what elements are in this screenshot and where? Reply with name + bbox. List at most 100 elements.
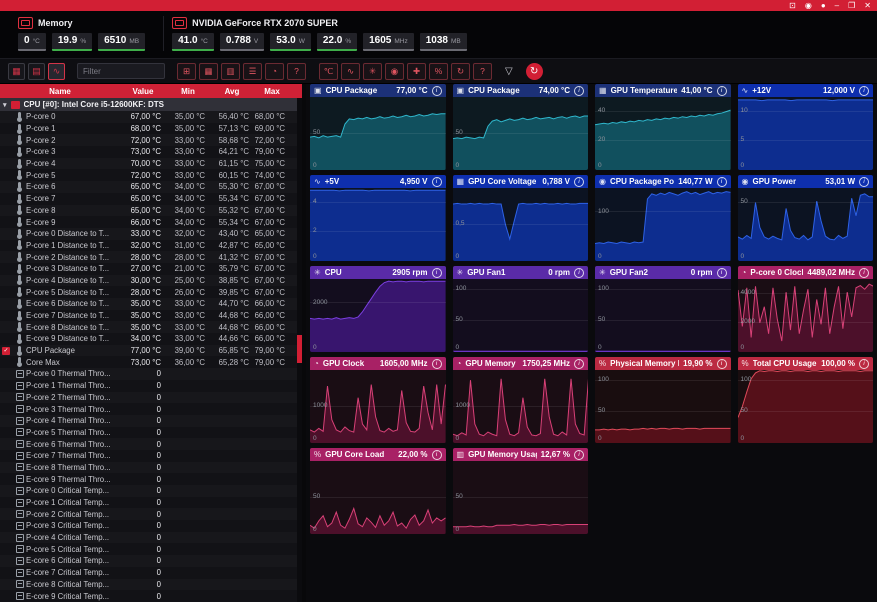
list-tool-icon[interactable]: ☰ (243, 63, 262, 80)
voltage-tool-icon[interactable]: ∿ (341, 63, 360, 80)
table-row[interactable]: Core Max73,00 °C36,00 °C65,28 °C79,00 °C (0, 356, 302, 368)
table-row[interactable]: P-core 3 Distance to T...27,00 °C21,00 °… (0, 263, 302, 275)
info-icon[interactable]: i (432, 450, 442, 460)
table-row[interactable]: P-core 067,00 °C35,00 °C56,40 °C68,00 °C (0, 111, 302, 123)
table-row[interactable]: P-core 272,00 °C33,00 °C58,68 °C72,00 °C (0, 134, 302, 146)
info-icon[interactable]: i (717, 268, 727, 278)
info-icon[interactable]: i (574, 86, 584, 96)
table-row[interactable]: P-core 3 Thermal Thro...0 (0, 403, 302, 415)
table-row[interactable]: E-core 9 Thermal Thro...0 (0, 473, 302, 485)
percent-tool-icon[interactable]: % (429, 63, 448, 80)
add-tool-icon[interactable]: ✚ (407, 63, 426, 80)
column-min[interactable]: Min (166, 87, 210, 96)
gpu-tool-icon[interactable]: ▦ (199, 63, 218, 80)
table-row[interactable]: P-core 1 Thermal Thro...0 (0, 380, 302, 392)
table-row[interactable]: P-core 572,00 °C33,00 °C60,15 °C74,00 °C (0, 169, 302, 181)
column-name[interactable]: Name (0, 87, 120, 96)
table-row[interactable]: P-core 470,00 °C33,00 °C61,15 °C75,00 °C (0, 158, 302, 170)
tile-header[interactable]: ∿+5V4,950 Vi (310, 175, 446, 188)
info-icon[interactable]: i (717, 86, 727, 96)
tile-header[interactable]: ◔GPU Memory Clock1750,25 MHzi (453, 357, 589, 370)
table-row[interactable]: P-core 1 Distance to T...32,00 °C31,00 °… (0, 240, 302, 252)
info-icon[interactable]: i (717, 177, 727, 187)
info-icon[interactable]: i (432, 268, 442, 278)
tile-header[interactable]: ∿+12V12,000 Vi (738, 84, 874, 97)
table-row[interactable]: E-core 8 Thermal Thro...0 (0, 462, 302, 474)
table-row[interactable]: P-core 373,00 °C33,00 °C64,21 °C79,00 °C (0, 146, 302, 158)
tile-header[interactable]: ▣CPU Package74,00 °Ci (453, 84, 589, 97)
table-row[interactable]: E-core 7 Critical Temp...0 (0, 567, 302, 579)
info-icon[interactable]: i (432, 359, 442, 369)
tile-header[interactable]: ◉GPU Power53,01 Wi (738, 175, 874, 188)
table-row[interactable]: E-core 6 Distance to T...35,00 °C33,00 °… (0, 298, 302, 310)
checkbox-checked[interactable]: ✓ (2, 347, 10, 355)
table-row[interactable]: E-core 6 Critical Temp...0 (0, 555, 302, 567)
info-icon[interactable]: i (574, 359, 584, 369)
table-row[interactable]: P-core 1 Critical Temp...0 (0, 497, 302, 509)
table-scrollbar[interactable] (297, 98, 302, 602)
tile-header[interactable]: ✳CPU2905 rpmi (310, 266, 446, 279)
table-row[interactable]: P-core 2 Critical Temp...0 (0, 508, 302, 520)
table-row[interactable]: P-core 2 Distance to T...28,00 °C28,00 °… (0, 251, 302, 263)
cycle-tool-icon[interactable]: ↻ (451, 63, 470, 80)
info-icon[interactable]: i (859, 268, 869, 278)
tile-header[interactable]: ✳GPU Fan10 rpmi (453, 266, 589, 279)
maximize-icon[interactable]: ❐ (848, 0, 855, 11)
tile-header[interactable]: ◔GPU Clock1605,00 MHzi (310, 357, 446, 370)
table-row[interactable]: P-core 2 Thermal Thro...0 (0, 392, 302, 404)
fan-tool-icon[interactable]: ✳ (363, 63, 382, 80)
table-row[interactable]: E-core 7 Distance to T...35,00 °C33,00 °… (0, 310, 302, 322)
table-row[interactable]: E-core 8 Critical Temp...0 (0, 579, 302, 591)
table-row[interactable]: E-core 9 Critical Temp...0 (0, 590, 302, 602)
info-icon[interactable]: i (859, 359, 869, 369)
info-icon[interactable]: i (574, 450, 584, 460)
collapse-chevron-icon[interactable]: ▾ (3, 101, 7, 109)
power-tool-icon[interactable]: ◉ (385, 63, 404, 80)
column-max[interactable]: Max (254, 87, 290, 96)
tile-header[interactable]: %GPU Core Load22,00 %i (310, 448, 446, 461)
info-icon[interactable]: i (574, 177, 584, 187)
info-icon[interactable]: i (432, 177, 442, 187)
tile-header[interactable]: ▣CPU Package77,00 °Ci (310, 84, 446, 97)
info-icon[interactable]: i (859, 177, 869, 187)
close-icon[interactable]: ✕ (864, 0, 871, 11)
snip-icon[interactable]: ⊡ (789, 0, 796, 11)
table-row[interactable]: ✓CPU Package77,00 °C39,00 °C65,85 °C79,0… (0, 345, 302, 357)
column-avg[interactable]: Avg (210, 87, 254, 96)
graph-view-button[interactable]: ∿ (48, 63, 65, 80)
history-tool-icon[interactable]: ◔ (265, 63, 284, 80)
temperature-tool-icon[interactable]: ℃ (319, 63, 338, 80)
table-row[interactable]: P-core 5 Critical Temp...0 (0, 543, 302, 555)
tile-header[interactable]: %Physical Memory Load19,90 %i (595, 357, 731, 370)
help-tool-icon[interactable]: ? (287, 63, 306, 80)
table-row[interactable]: P-core 4 Critical Temp...0 (0, 532, 302, 544)
tile-header[interactable]: ◔P-core 0 Clock4489,02 MHzi (738, 266, 874, 279)
filter-input[interactable] (77, 63, 165, 79)
info-tool-icon[interactable]: ? (473, 63, 492, 80)
tile-header[interactable]: ✳GPU Fan20 rpmi (595, 266, 731, 279)
minimize-icon[interactable]: – (835, 0, 839, 11)
table-row[interactable]: P-core 0 Critical Temp...0 (0, 485, 302, 497)
column-value[interactable]: Value (120, 87, 166, 96)
table-row[interactable]: P-core 4 Distance to T...30,00 °C25,00 °… (0, 275, 302, 287)
tile-header[interactable]: ▥GPU Memory Usage12,67 %i (453, 448, 589, 461)
table-row[interactable]: E-core 966,00 °C34,00 °C55,34 °C67,00 °C (0, 216, 302, 228)
table-row[interactable]: P-core 168,00 °C35,00 °C57,13 °C69,00 °C (0, 123, 302, 135)
table-row[interactable]: P-core 0 Thermal Thro...0 (0, 368, 302, 380)
info-icon[interactable]: i (717, 359, 727, 369)
table-row[interactable]: P-core 0 Distance to T...33,00 °C32,00 °… (0, 228, 302, 240)
expand-tool-icon[interactable]: ⊞ (177, 63, 196, 80)
info-icon[interactable]: i (859, 86, 869, 96)
table-row[interactable]: E-core 665,00 °C34,00 °C55,30 °C67,00 °C (0, 181, 302, 193)
refresh-button[interactable]: ↻ (526, 63, 543, 80)
table-row[interactable]: E-core 7 Thermal Thro...0 (0, 450, 302, 462)
table-row[interactable]: E-core 865,00 °C34,00 °C55,32 °C67,00 °C (0, 205, 302, 217)
info-icon[interactable]: i (574, 268, 584, 278)
tile-header[interactable]: ▦GPU Core Voltage0,788 Vi (453, 175, 589, 188)
record-icon[interactable]: ● (821, 0, 826, 11)
tiles-view-button[interactable]: ▤ (28, 63, 45, 80)
camera-icon[interactable]: ◉ (805, 0, 812, 11)
table-row[interactable]: P-core 3 Critical Temp...0 (0, 520, 302, 532)
table-row[interactable]: P-core 4 Thermal Thro...0 (0, 415, 302, 427)
table-row[interactable]: P-core 5 Thermal Thro...0 (0, 427, 302, 439)
